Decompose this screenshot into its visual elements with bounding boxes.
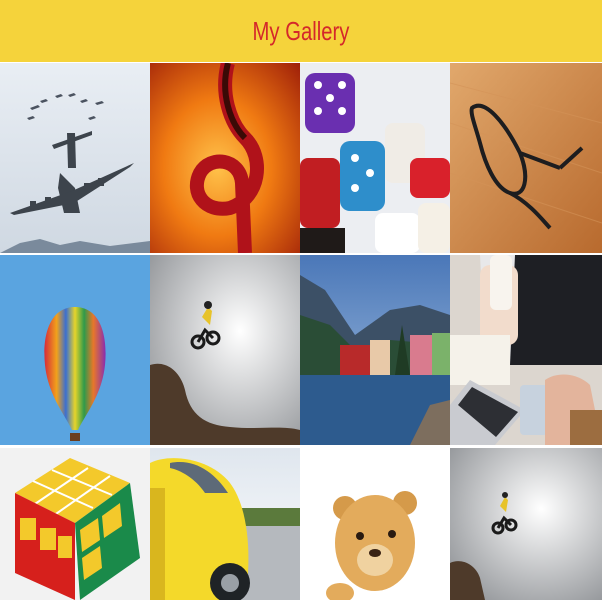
gallery-image-dice[interactable] <box>300 63 450 253</box>
gallery-grid <box>0 63 602 600</box>
gallery-image-yellow-car[interactable] <box>150 448 300 600</box>
gallery-image-hot-air-balloon[interactable] <box>0 255 150 445</box>
gallery-image-mountain-biker[interactable] <box>150 255 300 445</box>
gallery-image-eyeglasses[interactable] <box>450 63 602 253</box>
gallery-image-treble-clef[interactable] <box>150 63 300 253</box>
gallery-image-cargo-plane[interactable] <box>0 63 150 253</box>
page-title: My Gallery <box>252 15 350 46</box>
gallery-image-rubiks-cube[interactable] <box>0 448 150 600</box>
gallery-image-teddy-bear[interactable] <box>300 448 450 600</box>
gallery-image-laptop-and-phone[interactable] <box>450 255 602 445</box>
gallery-image-mountain-biker-2[interactable] <box>450 448 602 600</box>
header-bar: My Gallery <box>0 0 602 62</box>
gallery-image-lakeside-village[interactable] <box>300 255 450 445</box>
